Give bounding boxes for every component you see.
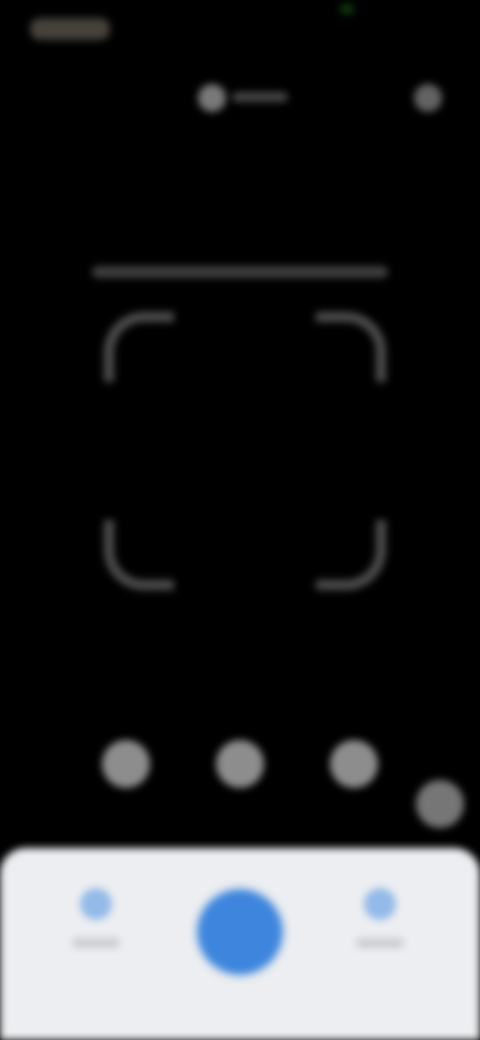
scan-frame-corner-top-left: [104, 312, 174, 382]
blurred-camera-view: [0, 0, 480, 1040]
shutter-button[interactable]: [198, 890, 282, 974]
history-button[interactable]: [350, 888, 410, 948]
scanner-screen: [0, 0, 480, 1040]
more-icon[interactable]: [414, 84, 442, 112]
bottom-panel: [0, 848, 480, 1040]
scan-frame-corner-bottom-right: [316, 520, 386, 590]
album-icon: [80, 888, 112, 920]
mode-button-4[interactable]: [416, 780, 464, 828]
album-label: [72, 938, 120, 948]
top-bar: [0, 70, 480, 126]
status-bar: [0, 0, 480, 60]
status-time: [30, 18, 110, 40]
album-button[interactable]: [66, 888, 126, 948]
flash-label: [232, 92, 288, 102]
privacy-indicator-icon: [340, 4, 354, 14]
scan-frame-corner-top-right: [316, 312, 386, 382]
scan-frame-corner-bottom-left: [104, 520, 174, 590]
mode-button-2[interactable]: [216, 740, 264, 788]
flash-icon[interactable]: [198, 84, 226, 112]
scan-line: [92, 266, 388, 278]
history-icon: [364, 888, 396, 920]
history-label: [356, 938, 404, 948]
mode-button-3[interactable]: [330, 740, 378, 788]
mode-button-1[interactable]: [102, 740, 150, 788]
